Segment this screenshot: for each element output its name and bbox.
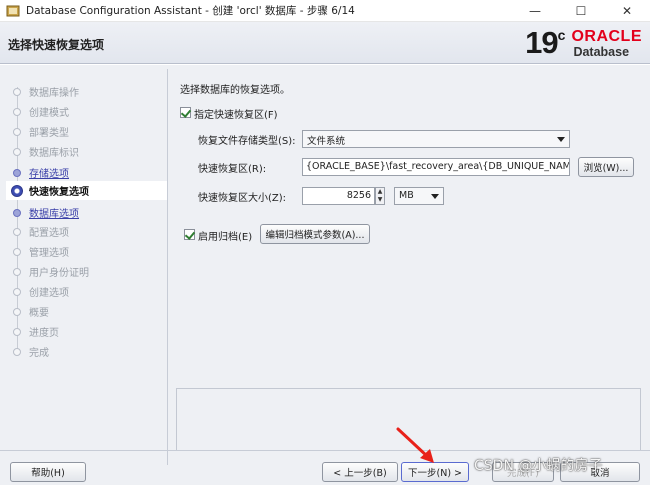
- window-title: Database Configuration Assistant - 创建 'o…: [26, 5, 355, 17]
- nav-step-label: 用户身份证明: [29, 268, 89, 279]
- chevron-down-icon: [431, 194, 439, 199]
- specify-recovery-area-label[interactable]: 指定快速恢复区(F): [194, 106, 278, 121]
- storage-type-label: 恢复文件存储类型(S):: [198, 136, 296, 147]
- back-button[interactable]: < 上一步(B): [322, 462, 398, 482]
- step-navigation: 数据库操作 创建模式 部署类型 数据库标识 存储选项 快速恢复选项 数据库选项 …: [6, 69, 168, 465]
- enable-archiving-label[interactable]: 启用归档(E): [198, 228, 252, 243]
- intro-text: 选择数据库的恢复选项。: [180, 85, 290, 96]
- step-dot-icon: [13, 87, 21, 96]
- nav-step-progress: 进度页: [6, 322, 167, 341]
- chevron-down-icon: [557, 137, 565, 142]
- recovery-area-input[interactable]: {ORACLE_BASE}\fast_recovery_area\{DB_UNI…: [302, 158, 570, 176]
- step-dot-icon: [13, 227, 21, 236]
- wizard-body: 数据库操作 创建模式 部署类型 数据库标识 存储选项 快速恢复选项 数据库选项 …: [0, 65, 650, 485]
- maximize-button[interactable]: ☐: [558, 0, 604, 22]
- nav-step-deployment-type: 部署类型: [6, 122, 167, 141]
- storage-type-value: 文件系统: [307, 136, 346, 147]
- nav-step-label: 创建模式: [29, 108, 69, 119]
- enable-archiving-checkbox[interactable]: [184, 229, 195, 240]
- page-header: 选择快速恢复选项 19 c ORACLE Database: [0, 22, 650, 64]
- nav-step-label: 完成: [29, 348, 49, 359]
- page-title: 选择快速恢复选项: [8, 38, 105, 52]
- edit-archive-params-button[interactable]: 编辑归档模式参数(A)...: [260, 224, 370, 244]
- nav-step-database-options[interactable]: 数据库选项: [6, 203, 167, 222]
- nav-step-label: 数据库操作: [29, 88, 79, 99]
- step-dot-icon: [13, 247, 21, 256]
- nav-step-database-operation: 数据库操作: [6, 82, 167, 101]
- nav-step-label: 配置选项: [29, 228, 69, 239]
- step-dot-icon: [13, 347, 21, 356]
- browse-button[interactable]: 浏览(W)...: [578, 157, 634, 177]
- nav-step-summary: 概要: [6, 302, 167, 321]
- annotation-arrow-icon: [396, 427, 434, 463]
- nav-step-label[interactable]: 存储选项: [29, 165, 69, 180]
- step-dot-icon: [13, 168, 21, 177]
- nav-step-finish: 完成: [6, 342, 167, 361]
- step-dot-icon: [13, 107, 21, 116]
- step-dot-icon: [13, 327, 21, 336]
- nav-step-user-credentials: 用户身份证明: [6, 262, 167, 281]
- close-button[interactable]: ✕: [604, 0, 650, 22]
- nav-step-label: 创建选项: [29, 288, 69, 299]
- step-dot-icon: [13, 147, 21, 156]
- nav-step-database-identification: 数据库标识: [6, 142, 167, 161]
- recovery-size-input[interactable]: 8256: [302, 187, 375, 205]
- specify-recovery-area-checkbox[interactable]: [180, 107, 191, 118]
- step-dot-icon: [13, 287, 21, 296]
- nav-step-label: 数据库标识: [29, 148, 79, 159]
- logo-brand: ORACLE: [571, 28, 642, 45]
- current-step-icon: [11, 184, 23, 197]
- watermark: CSDN @小蜗的房子: [474, 458, 603, 474]
- logo-version: 19: [525, 25, 558, 60]
- spinner-up-icon[interactable]: ▲: [376, 188, 384, 196]
- recovery-size-spinner[interactable]: ▲ ▼: [375, 187, 385, 205]
- nav-step-label: 部署类型: [29, 128, 69, 139]
- app-icon: [6, 5, 20, 16]
- unit-value: MB: [399, 190, 414, 201]
- nav-step-label: 概要: [29, 308, 49, 319]
- next-button[interactable]: 下一步(N) >: [401, 462, 469, 482]
- nav-step-label: 进度页: [29, 328, 59, 339]
- nav-step-label[interactable]: 快速恢复选项: [29, 183, 89, 198]
- spinner-down-icon[interactable]: ▼: [376, 196, 384, 204]
- nav-step-fast-recovery-option[interactable]: 快速恢复选项: [6, 181, 167, 200]
- oracle-logo: 19 c ORACLE Database: [525, 25, 642, 61]
- nav-step-storage-option[interactable]: 存储选项: [6, 163, 167, 182]
- step-dot-icon: [13, 267, 21, 276]
- minimize-button[interactable]: —: [512, 0, 558, 22]
- step-dot-icon: [13, 208, 21, 217]
- nav-step-creation-options: 创建选项: [6, 282, 167, 301]
- recovery-size-unit-select[interactable]: MB: [394, 187, 444, 205]
- nav-step-management-options: 管理选项: [6, 242, 167, 261]
- footer-divider: [0, 450, 650, 451]
- nav-step-label: 管理选项: [29, 248, 69, 259]
- recovery-area-label: 快速恢复区(R):: [198, 164, 267, 175]
- help-button[interactable]: 帮助(H): [10, 462, 86, 482]
- step-dot-icon: [13, 307, 21, 316]
- nav-step-creation-mode: 创建模式: [6, 102, 167, 121]
- recovery-size-label: 快速恢复区大小(Z):: [198, 193, 287, 204]
- window-titlebar: Database Configuration Assistant - 创建 'o…: [0, 0, 650, 22]
- logo-suffix: c: [557, 27, 566, 43]
- step-dot-icon: [13, 127, 21, 136]
- storage-type-select[interactable]: 文件系统: [302, 130, 570, 148]
- nav-step-configuration-options: 配置选项: [6, 222, 167, 241]
- nav-step-label[interactable]: 数据库选项: [29, 205, 79, 220]
- logo-product: Database: [573, 45, 630, 59]
